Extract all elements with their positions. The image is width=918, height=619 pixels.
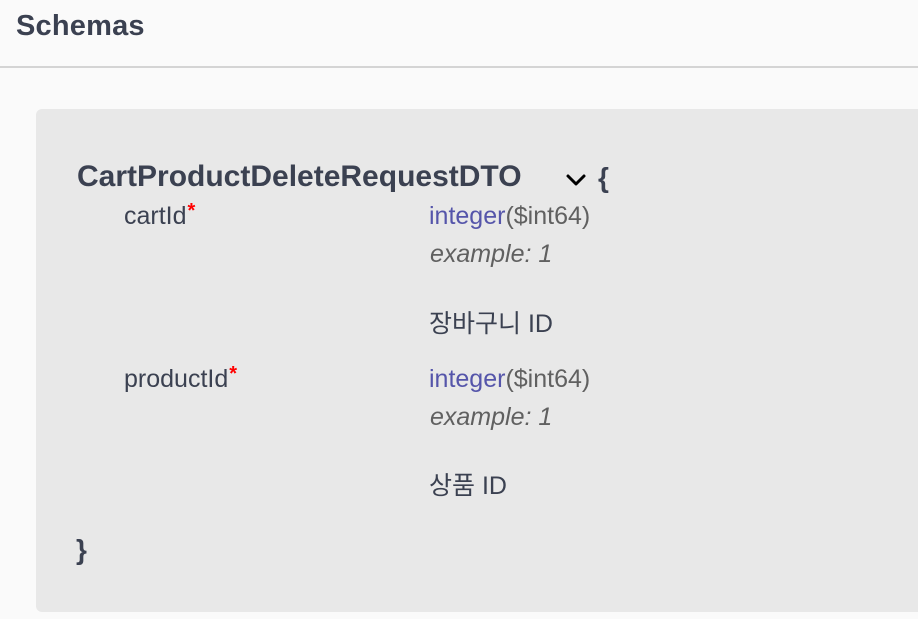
chevron-down-icon[interactable]	[565, 170, 587, 190]
section-title: Schemas	[16, 10, 145, 42]
property-type-productid: integer($int64)	[429, 365, 590, 394]
property-name-label: cartId	[124, 202, 187, 230]
property-name-cartid: cartId*	[124, 200, 196, 231]
property-description-productid: 상품 ID	[429, 472, 507, 500]
model-title[interactable]: CartProductDeleteRequestDTO	[77, 160, 522, 194]
property-description-cartid: 장바구니 ID	[429, 310, 553, 338]
brace-close: }	[76, 534, 87, 565]
property-example-productid: example: 1	[430, 403, 553, 431]
schemas-section-header[interactable]: Schemas	[0, 0, 918, 68]
property-type-cartid: integer($int64)	[429, 202, 590, 231]
type-name: integer	[429, 365, 506, 393]
type-name: integer	[429, 202, 506, 230]
property-example-cartid: example: 1	[430, 240, 553, 268]
type-format: ($int64)	[505, 202, 591, 230]
property-name-productid: productId*	[124, 363, 238, 394]
brace-open: {	[598, 162, 609, 193]
property-name-label: productId	[124, 365, 229, 393]
required-marker: *	[187, 200, 196, 222]
type-format: ($int64)	[505, 365, 591, 393]
required-marker: *	[229, 363, 238, 385]
